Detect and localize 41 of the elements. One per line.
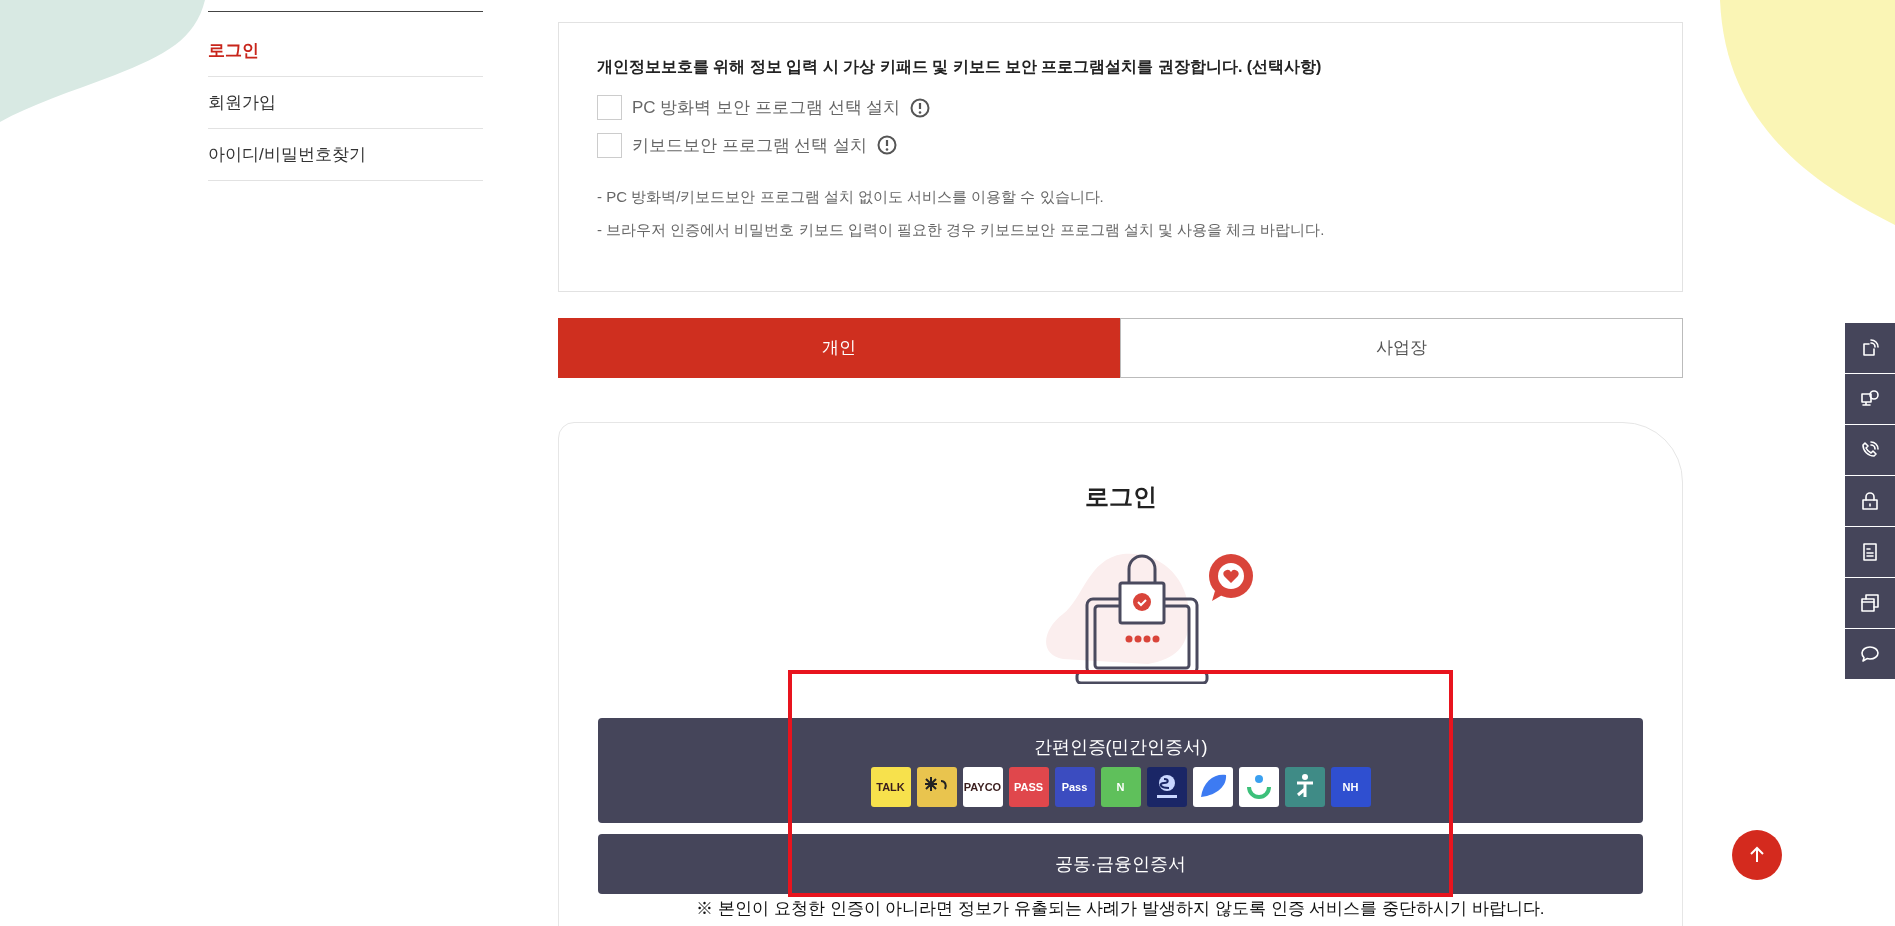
tab[interactable]: 사업장	[1119, 318, 1683, 378]
tab[interactable]: 개인	[558, 318, 1120, 378]
sidebar-item[interactable]: 로그인	[208, 25, 483, 77]
checkbox[interactable]	[597, 95, 622, 121]
app-logo: NH	[1330, 767, 1371, 807]
signal-phone-icon	[1860, 338, 1880, 358]
app-logo: PASS	[1008, 767, 1049, 807]
monitor-icon	[1860, 389, 1880, 409]
quick-menu-button[interactable]	[1845, 629, 1895, 679]
checkbox[interactable]	[597, 132, 622, 158]
document-icon	[1860, 542, 1880, 562]
phone-icon	[1860, 440, 1880, 460]
quick-menu-button[interactable]	[1845, 527, 1895, 577]
quick-menu-button[interactable]	[1845, 578, 1895, 628]
lock-icon	[1860, 491, 1880, 511]
chat-icon	[1860, 644, 1880, 664]
quick-menu-button[interactable]	[1845, 425, 1895, 475]
notice-text: - 브라우저 인증에서 비밀번호 키보드 입력이 필요한 경우 키보드보안 프로그램 설치 및 사용을 체크 바랍니다.	[597, 219, 1326, 240]
info-icon[interactable]	[877, 135, 898, 156]
quick-menu-button[interactable]	[1845, 374, 1895, 424]
sidebar-item[interactable]: 회원가입	[208, 77, 483, 129]
windows-icon	[1860, 593, 1880, 613]
certificate-button[interactable]: 공동·금융인증서	[598, 834, 1643, 894]
login-title: 로그인	[1084, 482, 1157, 512]
quick-menu-button[interactable]	[1845, 476, 1895, 526]
sidebar-item[interactable]: 아이디/비밀번호찾기	[208, 129, 483, 181]
info-icon[interactable]	[910, 97, 931, 118]
app-logo: PAYCO	[962, 767, 1003, 807]
scroll-top-button[interactable]	[1732, 830, 1782, 880]
warning-text: ※ 본인이 요청한 인증이 아니라면 정보가 유출되는 사례가 발생하지 않도록 인증 서비스를 중단하시기 바랍니다.	[696, 898, 1545, 920]
notice-text: - PC 방화벽/키보드보안 프로그램 설치 없이도 서비스를 이용할 수 있습니다.	[597, 187, 1105, 207]
option-label: 키보드보안 프로그램 선택 설치	[632, 134, 868, 157]
button-label: 간편인증(민간인증서)	[1033, 736, 1208, 759]
option-label: PC 방화벽 보안 프로그램 선택 설치	[632, 97, 901, 119]
arrow-up-icon	[1748, 846, 1766, 864]
simple-auth-button[interactable]: 간편인증(민간인증서) TALK PAYCO PASS Pass N NH	[598, 718, 1643, 823]
notice-heading: 개인정보보호를 위해 정보 입력 시 가상 키패드 및 키보드 보안 프로그램설치를 권장합니다. (선택사항)	[597, 57, 1323, 77]
app-logo: N	[1100, 767, 1141, 807]
quick-menu-button[interactable]	[1845, 323, 1895, 373]
app-logo: Pass	[1054, 767, 1095, 807]
app-logo: TALK	[870, 767, 911, 807]
